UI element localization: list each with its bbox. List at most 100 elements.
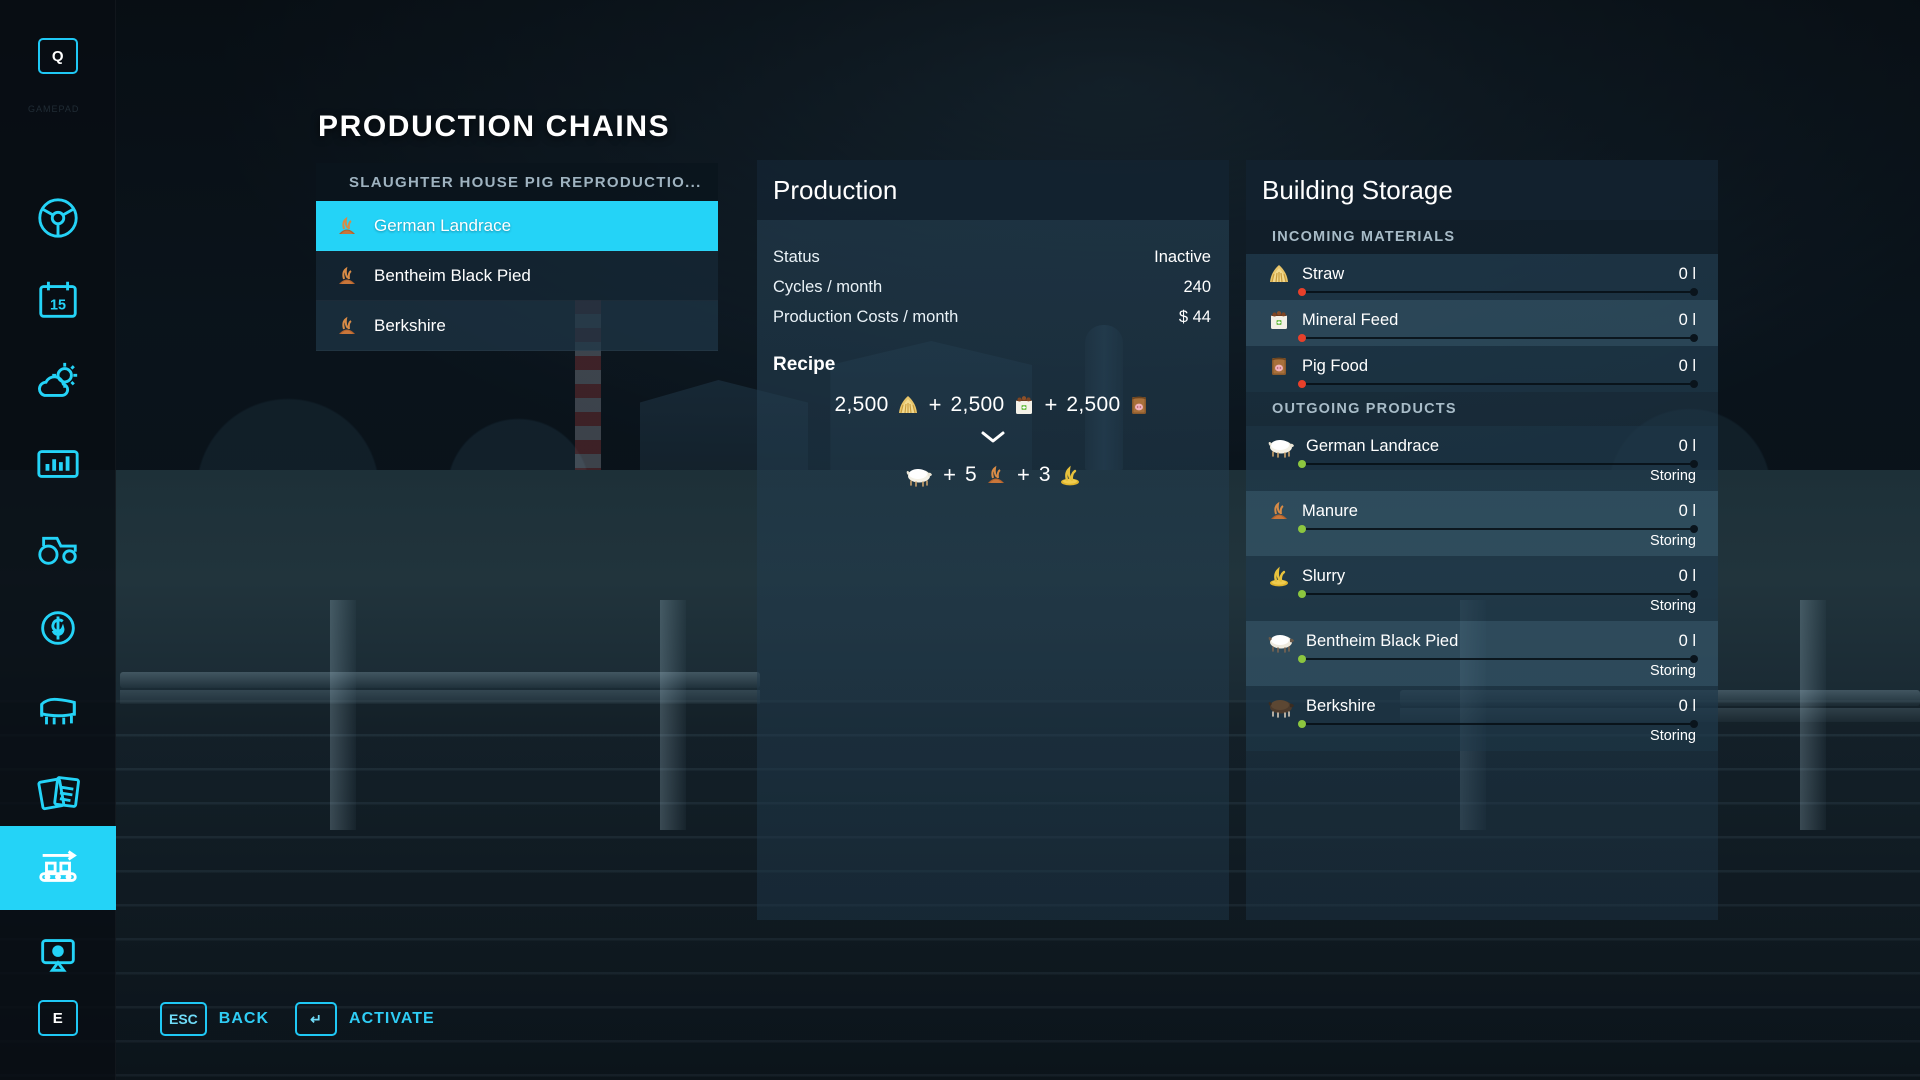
sidebar-item-weather[interactable] [0, 346, 116, 422]
page-title: PRODUCTION CHAINS [318, 110, 671, 143]
sidebar-item-map-overview[interactable] [0, 918, 116, 994]
storage-item-amount: 0 l [1678, 696, 1696, 715]
sidebar-item-calendar[interactable]: 15 [0, 264, 116, 340]
storage-row-manure[interactable]: Manure 0 l Storing [1246, 491, 1718, 556]
steering-wheel-icon [35, 195, 81, 246]
rail-ghost-label: GAMEPAD [28, 104, 80, 114]
key-badge-enter: ↵ [295, 1002, 338, 1036]
finances-icon [35, 605, 81, 656]
recipe-plus: + [928, 392, 942, 417]
bar-end-dot [1690, 460, 1698, 468]
storage-item-status: Storing [1650, 728, 1696, 744]
production-list-panel: SLAUGHTER HOUSE PIG REPRODUCTIO... Germa… [316, 163, 718, 351]
pig-icon [1266, 433, 1296, 459]
pig-icon [1266, 628, 1296, 654]
recipe-plus: + [943, 462, 957, 487]
storage-fill-bar [1298, 525, 1698, 533]
storage-row-slurry[interactable]: Slurry 0 l Storing [1246, 556, 1718, 621]
stat-value: Inactive [1154, 247, 1211, 266]
storage-row-pig-food[interactable]: Pig Food 0 l [1246, 346, 1718, 392]
manure-icon [334, 313, 360, 339]
mineral-feed-icon [1266, 307, 1292, 333]
sidebar-item-statistics[interactable] [0, 428, 116, 504]
storage-fill-bar [1298, 288, 1698, 296]
porch-post-1 [330, 600, 356, 830]
production-stat-cycles: Cycles / month 240 [757, 272, 1229, 302]
status-dot-ok [1298, 590, 1306, 598]
straw-icon [1266, 261, 1292, 287]
status-dot-ok [1298, 655, 1306, 663]
sidebar-item-vehicle[interactable] [0, 182, 116, 258]
hint-activate[interactable]: ↵ ACTIVATE [295, 1002, 435, 1036]
storage-row-german-landrace[interactable]: German Landrace 0 l Storing [1246, 426, 1718, 491]
storage-item-amount: 0 l [1678, 264, 1696, 283]
pig-food-icon [1127, 393, 1151, 417]
contracts-icon [35, 769, 81, 820]
hint-label-back: BACK [218, 1010, 270, 1027]
bar-end-dot [1690, 380, 1698, 388]
mineral-feed-icon [1012, 393, 1036, 417]
bar-end-dot [1690, 720, 1698, 728]
tractor-icon [35, 523, 81, 574]
storage-fill-bar [1298, 590, 1698, 598]
storage-item-name: German Landrace [1306, 436, 1439, 455]
footer-hints: ESC BACK ↵ ACTIVATE [160, 1002, 435, 1036]
sidebar-item-vehicles[interactable] [0, 510, 116, 586]
stat-value: 240 [1183, 277, 1211, 296]
bar-end-dot [1690, 655, 1698, 663]
list-item-label: Bentheim Black Pied [374, 265, 531, 285]
outgoing-products-header: OUTGOING PRODUCTS [1272, 401, 1457, 417]
storage-row-mineral-feed[interactable]: Mineral Feed 0 l [1246, 300, 1718, 346]
status-dot-ok [1298, 525, 1306, 533]
list-item-label: German Landrace [374, 215, 512, 235]
sidebar-item-production-chains[interactable] [0, 826, 116, 910]
list-item-bentheim-black-pied[interactable]: Bentheim Black Pied [316, 251, 718, 301]
storage-row-straw[interactable]: Straw 0 l [1246, 254, 1718, 300]
recipe-outputs: + 5 + 3 [757, 462, 1229, 488]
sidebar-item-animals[interactable] [0, 674, 116, 750]
slurry-icon [1058, 463, 1082, 487]
recipe-title: Recipe [773, 354, 836, 375]
production-stat-costs: Production Costs / month $ 44 [757, 302, 1229, 332]
manure-icon [1266, 498, 1292, 524]
calendar-icon: 15 [35, 277, 81, 328]
hint-back[interactable]: ESC BACK [160, 1002, 269, 1036]
recipe-output-amount: 5 [965, 463, 977, 486]
storage-item-amount: 0 l [1678, 631, 1696, 650]
weather-icon [35, 359, 81, 410]
storage-item-amount: 0 l [1678, 566, 1696, 585]
storage-item-name: Pig Food [1302, 356, 1369, 375]
sidebar-item-contracts[interactable] [0, 756, 116, 832]
stat-key: Production Costs / month [773, 307, 959, 326]
list-item-german-landrace[interactable]: German Landrace [316, 201, 718, 251]
production-panel-title: Production [773, 174, 898, 205]
sidebar-item-finances[interactable] [0, 592, 116, 668]
storage-item-status: Storing [1650, 533, 1696, 549]
manure-icon [984, 463, 1008, 487]
storage-panel-header: Building Storage [1246, 160, 1718, 220]
porch-post-4 [1800, 600, 1826, 830]
bar-end-dot [1690, 525, 1698, 533]
storage-item-name: Manure [1302, 501, 1358, 520]
slurry-icon [1266, 563, 1292, 589]
straw-icon [896, 393, 920, 417]
status-dot-low [1298, 334, 1306, 342]
storage-item-name: Mineral Feed [1302, 310, 1399, 329]
bar-end-dot [1690, 288, 1698, 296]
building-storage-panel: Building Storage INCOMING MATERIALS Stra… [1246, 160, 1718, 920]
storage-item-status: Storing [1650, 663, 1696, 679]
map-overview-icon [35, 931, 81, 982]
list-item-berkshire[interactable]: Berkshire [316, 301, 718, 351]
storage-fill-bar [1298, 380, 1698, 388]
storage-item-amount: 0 l [1678, 501, 1696, 520]
animals-icon [35, 687, 81, 738]
porch-post-2 [660, 600, 686, 830]
storage-item-name: Bentheim Black Pied [1306, 631, 1459, 650]
bar-end-dot [1690, 334, 1698, 342]
svg-text:15: 15 [50, 297, 66, 313]
storage-row-berkshire[interactable]: Berkshire 0 l Storing [1246, 686, 1718, 751]
storage-fill-bar [1298, 655, 1698, 663]
storage-row-bentheim-black-pied[interactable]: Bentheim Black Pied 0 l Storing [1246, 621, 1718, 686]
production-stat-status: Status Inactive [757, 242, 1229, 272]
recipe-input-amount: 2,500 [834, 393, 889, 416]
